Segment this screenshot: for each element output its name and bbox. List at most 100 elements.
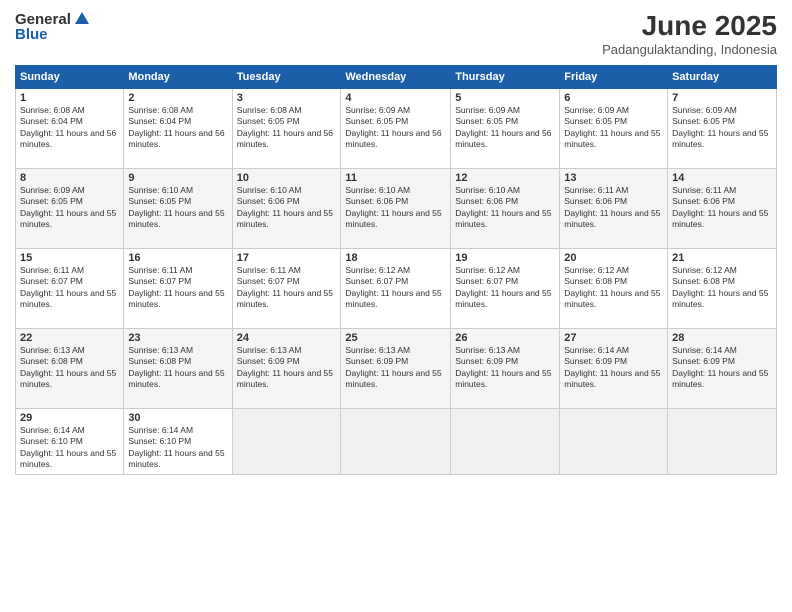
calendar-cell: 1Sunrise: 6:08 AMSunset: 6:04 PMDaylight… (16, 89, 124, 169)
day-info: Sunrise: 6:11 AMSunset: 6:06 PMDaylight:… (672, 185, 772, 231)
day-number: 23 (128, 332, 227, 344)
header: General Blue June 2025 Padangulaktanding… (15, 10, 777, 57)
calendar-cell: 18Sunrise: 6:12 AMSunset: 6:07 PMDayligh… (341, 249, 451, 329)
calendar-cell: 22Sunrise: 6:13 AMSunset: 6:08 PMDayligh… (16, 329, 124, 409)
weekday-header-saturday: Saturday (668, 66, 777, 89)
weekday-header-monday: Monday (124, 66, 232, 89)
day-info: Sunrise: 6:14 AMSunset: 6:09 PMDaylight:… (672, 345, 772, 391)
week-row-5: 29Sunrise: 6:14 AMSunset: 6:10 PMDayligh… (16, 409, 777, 475)
day-number: 12 (455, 172, 555, 184)
week-row-1: 1Sunrise: 6:08 AMSunset: 6:04 PMDaylight… (16, 89, 777, 169)
weekday-header-friday: Friday (560, 66, 668, 89)
week-row-2: 8Sunrise: 6:09 AMSunset: 6:05 PMDaylight… (16, 169, 777, 249)
calendar-cell: 8Sunrise: 6:09 AMSunset: 6:05 PMDaylight… (16, 169, 124, 249)
day-number: 18 (345, 252, 446, 264)
calendar-cell: 29Sunrise: 6:14 AMSunset: 6:10 PMDayligh… (16, 409, 124, 475)
day-number: 15 (20, 252, 119, 264)
day-number: 27 (564, 332, 663, 344)
weekday-header-wednesday: Wednesday (341, 66, 451, 89)
day-number: 3 (237, 92, 337, 104)
calendar-cell: 15Sunrise: 6:11 AMSunset: 6:07 PMDayligh… (16, 249, 124, 329)
calendar-cell: 9Sunrise: 6:10 AMSunset: 6:05 PMDaylight… (124, 169, 232, 249)
day-number: 10 (237, 172, 337, 184)
day-number: 14 (672, 172, 772, 184)
day-number: 2 (128, 92, 227, 104)
calendar-cell: 26Sunrise: 6:13 AMSunset: 6:09 PMDayligh… (451, 329, 560, 409)
day-number: 21 (672, 252, 772, 264)
day-info: Sunrise: 6:09 AMSunset: 6:05 PMDaylight:… (672, 105, 772, 151)
day-info: Sunrise: 6:14 AMSunset: 6:10 PMDaylight:… (128, 425, 227, 471)
day-info: Sunrise: 6:14 AMSunset: 6:09 PMDaylight:… (564, 345, 663, 391)
day-number: 16 (128, 252, 227, 264)
day-info: Sunrise: 6:11 AMSunset: 6:06 PMDaylight:… (564, 185, 663, 231)
day-number: 11 (345, 172, 446, 184)
weekday-header-row: SundayMondayTuesdayWednesdayThursdayFrid… (16, 66, 777, 89)
day-number: 22 (20, 332, 119, 344)
day-info: Sunrise: 6:08 AMSunset: 6:05 PMDaylight:… (237, 105, 337, 151)
day-number: 4 (345, 92, 446, 104)
day-number: 26 (455, 332, 555, 344)
day-number: 13 (564, 172, 663, 184)
day-info: Sunrise: 6:11 AMSunset: 6:07 PMDaylight:… (20, 265, 119, 311)
title-block: June 2025 Padangulaktanding, Indonesia (602, 10, 777, 57)
day-number: 30 (128, 412, 227, 424)
weekday-header-thursday: Thursday (451, 66, 560, 89)
day-info: Sunrise: 6:13 AMSunset: 6:09 PMDaylight:… (237, 345, 337, 391)
calendar-cell (668, 409, 777, 475)
day-info: Sunrise: 6:12 AMSunset: 6:08 PMDaylight:… (564, 265, 663, 311)
calendar-cell: 30Sunrise: 6:14 AMSunset: 6:10 PMDayligh… (124, 409, 232, 475)
day-info: Sunrise: 6:13 AMSunset: 6:09 PMDaylight:… (455, 345, 555, 391)
logo: General Blue (15, 10, 91, 43)
calendar-cell: 3Sunrise: 6:08 AMSunset: 6:05 PMDaylight… (232, 89, 341, 169)
day-number: 7 (672, 92, 772, 104)
day-number: 25 (345, 332, 446, 344)
day-number: 20 (564, 252, 663, 264)
day-info: Sunrise: 6:09 AMSunset: 6:05 PMDaylight:… (455, 105, 555, 151)
calendar-cell: 12Sunrise: 6:10 AMSunset: 6:06 PMDayligh… (451, 169, 560, 249)
calendar-cell (560, 409, 668, 475)
week-row-3: 15Sunrise: 6:11 AMSunset: 6:07 PMDayligh… (16, 249, 777, 329)
day-number: 24 (237, 332, 337, 344)
calendar-cell (451, 409, 560, 475)
day-info: Sunrise: 6:10 AMSunset: 6:06 PMDaylight:… (455, 185, 555, 231)
day-number: 8 (20, 172, 119, 184)
day-info: Sunrise: 6:12 AMSunset: 6:08 PMDaylight:… (672, 265, 772, 311)
calendar-cell (232, 409, 341, 475)
day-info: Sunrise: 6:08 AMSunset: 6:04 PMDaylight:… (20, 105, 119, 151)
day-info: Sunrise: 6:10 AMSunset: 6:05 PMDaylight:… (128, 185, 227, 231)
day-info: Sunrise: 6:10 AMSunset: 6:06 PMDaylight:… (345, 185, 446, 231)
calendar-cell: 19Sunrise: 6:12 AMSunset: 6:07 PMDayligh… (451, 249, 560, 329)
calendar-cell: 7Sunrise: 6:09 AMSunset: 6:05 PMDaylight… (668, 89, 777, 169)
day-number: 28 (672, 332, 772, 344)
day-info: Sunrise: 6:08 AMSunset: 6:04 PMDaylight:… (128, 105, 227, 151)
calendar-cell: 4Sunrise: 6:09 AMSunset: 6:05 PMDaylight… (341, 89, 451, 169)
calendar-cell: 14Sunrise: 6:11 AMSunset: 6:06 PMDayligh… (668, 169, 777, 249)
weekday-header-tuesday: Tuesday (232, 66, 341, 89)
calendar-cell: 24Sunrise: 6:13 AMSunset: 6:09 PMDayligh… (232, 329, 341, 409)
calendar-cell: 13Sunrise: 6:11 AMSunset: 6:06 PMDayligh… (560, 169, 668, 249)
day-info: Sunrise: 6:09 AMSunset: 6:05 PMDaylight:… (20, 185, 119, 231)
day-number: 17 (237, 252, 337, 264)
calendar-cell: 25Sunrise: 6:13 AMSunset: 6:09 PMDayligh… (341, 329, 451, 409)
weekday-header-sunday: Sunday (16, 66, 124, 89)
day-info: Sunrise: 6:13 AMSunset: 6:09 PMDaylight:… (345, 345, 446, 391)
logo-general: General (15, 11, 71, 28)
calendar-cell: 6Sunrise: 6:09 AMSunset: 6:05 PMDaylight… (560, 89, 668, 169)
day-info: Sunrise: 6:12 AMSunset: 6:07 PMDaylight:… (345, 265, 446, 311)
calendar-cell: 10Sunrise: 6:10 AMSunset: 6:06 PMDayligh… (232, 169, 341, 249)
logo-icon (73, 10, 91, 28)
calendar-cell: 27Sunrise: 6:14 AMSunset: 6:09 PMDayligh… (560, 329, 668, 409)
calendar-cell: 20Sunrise: 6:12 AMSunset: 6:08 PMDayligh… (560, 249, 668, 329)
day-number: 1 (20, 92, 119, 104)
day-info: Sunrise: 6:10 AMSunset: 6:06 PMDaylight:… (237, 185, 337, 231)
day-number: 9 (128, 172, 227, 184)
logo-blue: Blue (15, 26, 91, 43)
calendar-cell: 16Sunrise: 6:11 AMSunset: 6:07 PMDayligh… (124, 249, 232, 329)
day-info: Sunrise: 6:09 AMSunset: 6:05 PMDaylight:… (564, 105, 663, 151)
day-info: Sunrise: 6:13 AMSunset: 6:08 PMDaylight:… (128, 345, 227, 391)
day-info: Sunrise: 6:09 AMSunset: 6:05 PMDaylight:… (345, 105, 446, 151)
week-row-4: 22Sunrise: 6:13 AMSunset: 6:08 PMDayligh… (16, 329, 777, 409)
day-info: Sunrise: 6:13 AMSunset: 6:08 PMDaylight:… (20, 345, 119, 391)
day-number: 19 (455, 252, 555, 264)
day-info: Sunrise: 6:14 AMSunset: 6:10 PMDaylight:… (20, 425, 119, 471)
